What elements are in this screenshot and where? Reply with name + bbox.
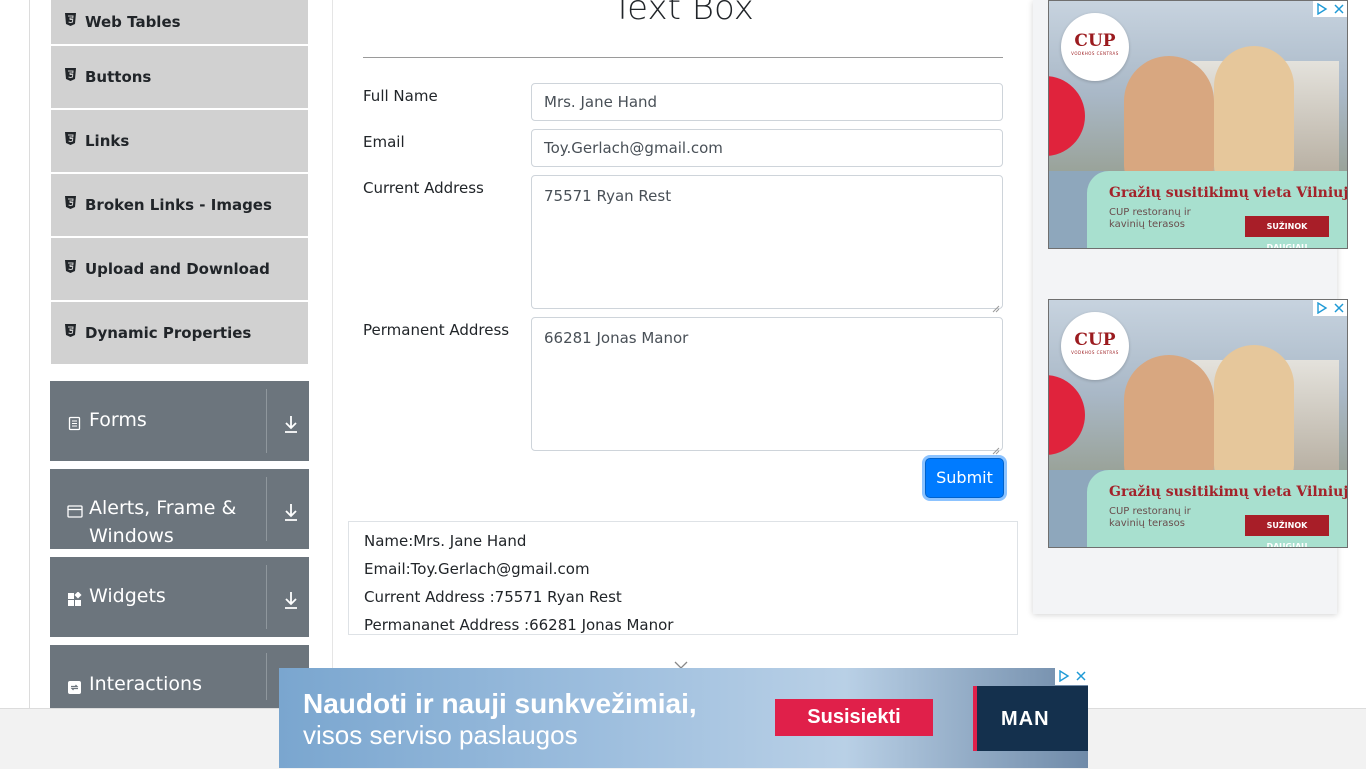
ad-person-image xyxy=(1214,46,1294,186)
sidebar-item-buttons[interactable]: Buttons xyxy=(51,46,308,108)
output-name: Name:Mrs. Jane Hand xyxy=(364,532,527,550)
full-name-input[interactable]: Mrs. Jane Hand xyxy=(531,83,1003,121)
ad-logo: CUP VODKHOS CENTRAS xyxy=(1061,312,1129,380)
ad-logo-subtext: VODKHOS CENTRAS xyxy=(1071,350,1119,355)
html-icon xyxy=(65,323,76,337)
email-label: Email xyxy=(363,133,405,151)
sidebar-item-broken-links[interactable]: Broken Links - Images xyxy=(51,174,308,236)
html-icon xyxy=(65,195,76,209)
sidebar-item-links[interactable]: Links xyxy=(51,110,308,172)
sidebar-item-label: Web Tables xyxy=(85,13,181,31)
sidebar-item-label: Broken Links - Images xyxy=(85,196,272,214)
ad-headline: Gražių susitikimų vieta Vilniuje xyxy=(1109,185,1348,201)
sidebar-item-dynamic-properties[interactable]: Dynamic Properties xyxy=(51,302,308,364)
ad-logo-text: CUP xyxy=(1074,31,1116,51)
output-permanent-address: Permananet Address :66281 Jonas Manor xyxy=(364,616,674,634)
ad-choices[interactable] xyxy=(1313,300,1347,316)
title-divider xyxy=(363,57,1003,58)
ad-subtext: CUP restoranų ir kavinių terasos xyxy=(1109,506,1191,529)
full-name-label: Full Name xyxy=(363,87,438,105)
current-address-textarea[interactable]: 75571 Ryan Rest xyxy=(531,175,1003,313)
banner-cta-button[interactable]: Susisiekti xyxy=(775,699,933,736)
sidebar-item-web-tables[interactable]: Web Tables xyxy=(51,0,308,44)
ad-logo-subtext: VODKHOS CENTRAS xyxy=(1071,51,1119,56)
ad-cta-button[interactable]: SUŽINOK DAUGIAU xyxy=(1245,216,1329,248)
banner-subline: visos serviso paslaugos xyxy=(303,720,578,750)
current-address-value: 75571 Ryan Rest xyxy=(544,187,672,205)
side-ad-top[interactable]: CUP VODKHOS CENTRAS Gražių susitikimų vi… xyxy=(1048,0,1348,249)
close-icon[interactable] xyxy=(1333,302,1345,314)
html-icon xyxy=(65,131,76,145)
chevron-down-icon[interactable] xyxy=(674,655,688,669)
brand-logo-text: MAN xyxy=(1001,708,1050,730)
sidebar-item-label: Dynamic Properties xyxy=(85,324,252,342)
sidebar-group-forms[interactable]: Forms xyxy=(50,381,309,461)
sidebar-item-upload-download[interactable]: Upload and Download xyxy=(51,238,308,300)
bottom-ad-banner[interactable]: Naudoti ir nauji sunkvežimiai, visos ser… xyxy=(279,668,1088,768)
submit-button[interactable]: Submit xyxy=(925,458,1004,498)
banner-headline: Naudoti ir nauji sunkvežimiai, xyxy=(303,688,697,719)
download-arrow-icon[interactable] xyxy=(282,414,300,434)
interactions-icon xyxy=(67,678,82,694)
group-title: Alerts, Frame & Windows xyxy=(89,497,237,547)
resize-grip-icon[interactable] xyxy=(992,298,1000,313)
widgets-icon xyxy=(67,590,82,606)
close-icon[interactable] xyxy=(1075,670,1087,682)
ad-logo: CUP VODKHOS CENTRAS xyxy=(1061,13,1129,81)
adchoices-icon[interactable] xyxy=(1316,3,1328,15)
permanent-address-label: Permanent Address xyxy=(363,321,510,339)
left-gutter-line xyxy=(29,0,30,708)
adchoices-icon[interactable] xyxy=(1058,670,1070,682)
window-icon xyxy=(67,502,83,518)
ad-person-image xyxy=(1124,355,1214,485)
side-ad-bottom[interactable]: CUP VODKHOS CENTRAS Gražių susitikimų vi… xyxy=(1048,299,1348,548)
group-separator xyxy=(266,565,267,629)
output-current-address: Current Address :75571 Ryan Rest xyxy=(364,588,622,606)
html-icon xyxy=(65,259,76,273)
banner-brand-logo: MAN xyxy=(973,686,1088,751)
group-title: Interactions xyxy=(89,673,202,695)
ad-person-image xyxy=(1214,345,1294,485)
output-email: Email:Toy.Gerlach@gmail.com xyxy=(364,560,590,578)
group-title: Forms xyxy=(89,409,147,431)
current-address-label: Current Address xyxy=(363,179,484,197)
group-separator xyxy=(266,653,267,700)
ad-cta-button[interactable]: SUŽINOK DAUGIAU xyxy=(1245,515,1329,547)
output-panel: Name:Mrs. Jane Hand Email:Toy.Gerlach@gm… xyxy=(348,521,1018,635)
ad-person-image xyxy=(1124,56,1214,186)
download-arrow-icon[interactable] xyxy=(282,502,300,522)
ad-choices[interactable] xyxy=(1055,668,1088,685)
page-title: Text Box xyxy=(612,0,754,28)
group-title: Widgets xyxy=(89,585,166,607)
sidebar-item-label: Links xyxy=(85,132,130,150)
form-icon xyxy=(67,414,82,431)
sidebar-item-label: Upload and Download xyxy=(85,260,270,278)
permanent-address-textarea[interactable]: 66281 Jonas Manor xyxy=(531,317,1003,455)
ad-subtext: CUP restoranų ir kavinių terasos xyxy=(1109,207,1191,230)
download-arrow-icon[interactable] xyxy=(282,590,300,610)
ad-choices[interactable] xyxy=(1313,1,1347,17)
permanent-address-value: 66281 Jonas Manor xyxy=(544,329,689,347)
group-separator xyxy=(266,477,267,541)
html-icon xyxy=(65,12,76,26)
sidebar-group-interactions[interactable]: Interactions xyxy=(50,645,309,708)
html-icon xyxy=(65,67,76,81)
adchoices-icon[interactable] xyxy=(1316,302,1328,314)
close-icon[interactable] xyxy=(1333,3,1345,15)
sidebar-divider xyxy=(332,0,333,708)
sidebar-group-widgets[interactable]: Widgets xyxy=(50,557,309,637)
ad-headline: Gražių susitikimų vieta Vilniuje xyxy=(1109,484,1348,500)
sidebar-group-alerts-frame-windows[interactable]: Alerts, Frame & Windows xyxy=(50,469,309,549)
email-input[interactable]: Toy.Gerlach@gmail.com xyxy=(531,129,1003,167)
group-separator xyxy=(266,389,267,453)
sidebar-item-label: Buttons xyxy=(85,68,152,86)
ad-logo-text: CUP xyxy=(1074,330,1116,350)
resize-grip-icon[interactable] xyxy=(992,440,1000,455)
